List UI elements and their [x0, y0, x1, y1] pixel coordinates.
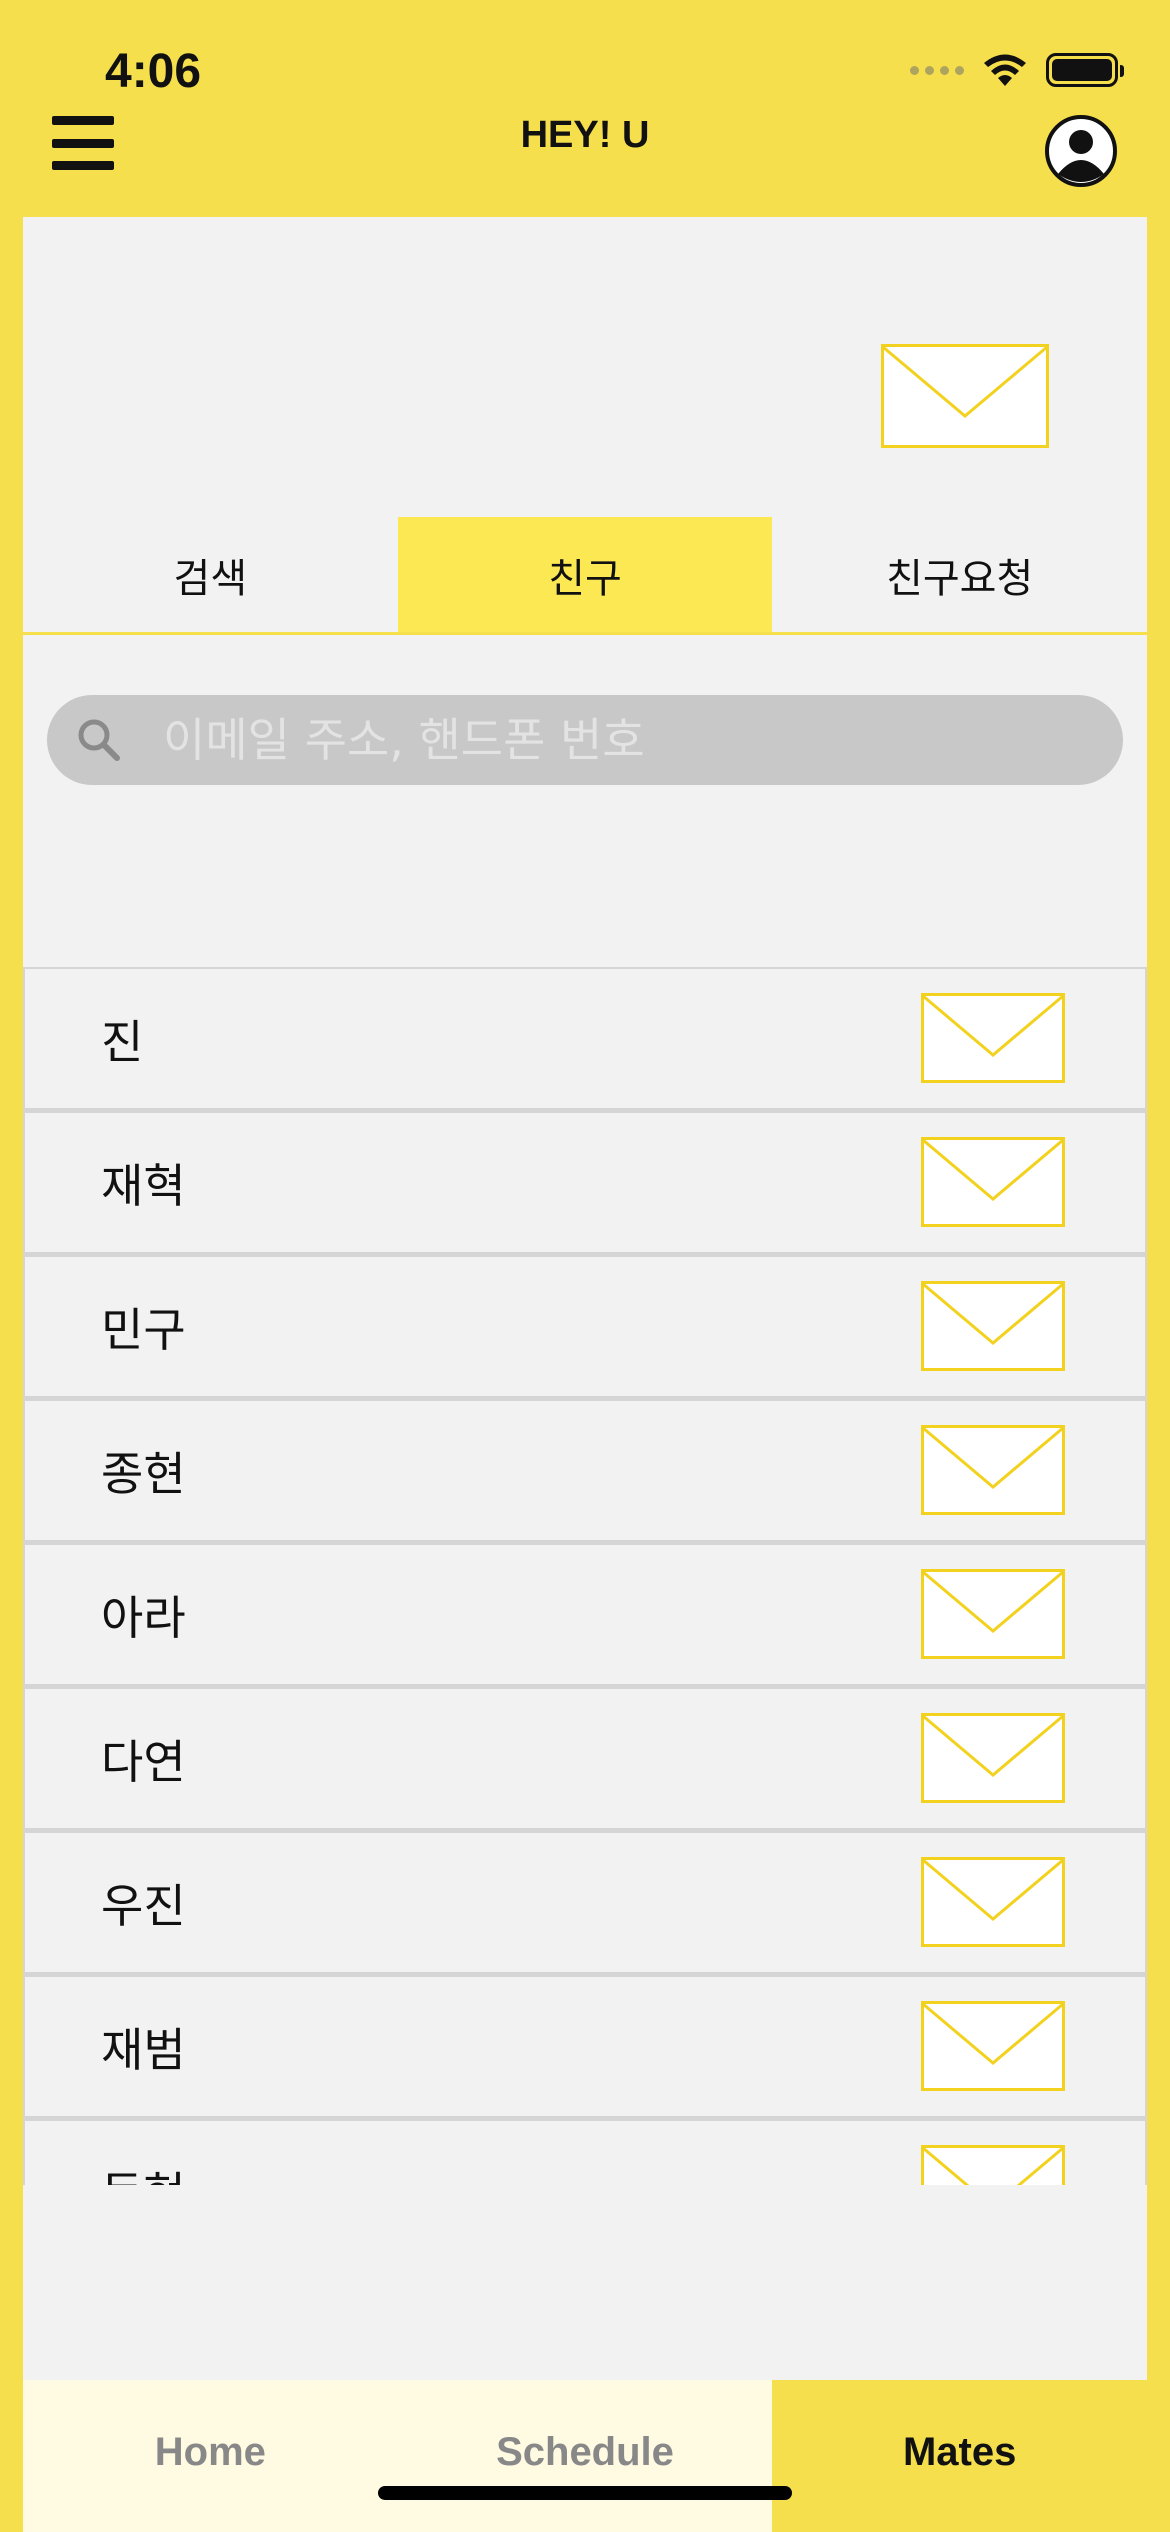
friend-name: 재범 [101, 2022, 186, 2077]
list-item[interactable]: 민구 [23, 1255, 1147, 1399]
tab-schedule[interactable]: Schedule [397, 2380, 773, 2532]
list-item[interactable]: 재범 [23, 1975, 1147, 2119]
friend-name: 아라 [101, 1590, 186, 1645]
envelope-icon[interactable] [921, 1425, 1065, 1515]
envelope-icon[interactable] [921, 2145, 1065, 2185]
search-input[interactable] [163, 713, 1023, 767]
friend-name: 종현 [101, 1446, 186, 1501]
list-item[interactable]: 동현 [23, 2119, 1147, 2185]
status-indicators [910, 52, 1124, 88]
search-icon [78, 719, 120, 761]
friend-list: 진 재혁 민구 종현 아라 다연 우진 재범 [23, 967, 1147, 2185]
friend-tabs: 검색 친구 친구요청 [23, 517, 1147, 635]
tab-home[interactable]: Home [23, 2380, 398, 2532]
tab-friend-requests[interactable]: 친구요청 [772, 517, 1147, 632]
tab-search[interactable]: 검색 [23, 517, 398, 632]
list-item[interactable]: 아라 [23, 1543, 1147, 1687]
envelope-icon[interactable] [921, 1857, 1065, 1947]
friend-name: 다연 [101, 1734, 186, 1789]
bottom-tab-bar: Home Schedule Mates [23, 2380, 1148, 2532]
compose-mail-button[interactable] [881, 344, 1049, 448]
envelope-icon[interactable] [921, 2001, 1065, 2091]
list-item[interactable]: 우진 [23, 1831, 1147, 1975]
app-title: HEY! U [520, 114, 650, 156]
wifi-icon [984, 54, 1026, 86]
content-panel: 검색 친구 친구요청 진 재혁 민구 종현 아라 [23, 217, 1147, 2380]
envelope-icon[interactable] [921, 1281, 1065, 1371]
friend-name: 동현 [101, 2158, 186, 2186]
friend-name: 진 [101, 1014, 144, 1069]
envelope-icon[interactable] [921, 1137, 1065, 1227]
envelope-icon[interactable] [921, 1569, 1065, 1659]
profile-button[interactable] [1044, 114, 1118, 188]
friend-name: 민구 [101, 1302, 186, 1357]
search-bar [47, 695, 1123, 785]
status-time: 4:06 [105, 45, 202, 98]
tab-friends[interactable]: 친구 [397, 517, 773, 632]
friend-name: 우진 [101, 1878, 186, 1933]
signal-icon [910, 65, 964, 75]
list-item[interactable]: 종현 [23, 1399, 1147, 1543]
list-item[interactable]: 진 [23, 967, 1147, 1111]
home-indicator[interactable] [378, 2486, 792, 2500]
battery-icon [1046, 53, 1124, 87]
tab-mates[interactable]: Mates [772, 2380, 1148, 2532]
envelope-icon[interactable] [921, 1713, 1065, 1803]
list-item[interactable]: 다연 [23, 1687, 1147, 1831]
friend-name: 재혁 [101, 1158, 186, 1213]
list-item[interactable]: 재혁 [23, 1111, 1147, 1255]
envelope-icon[interactable] [921, 993, 1065, 1083]
